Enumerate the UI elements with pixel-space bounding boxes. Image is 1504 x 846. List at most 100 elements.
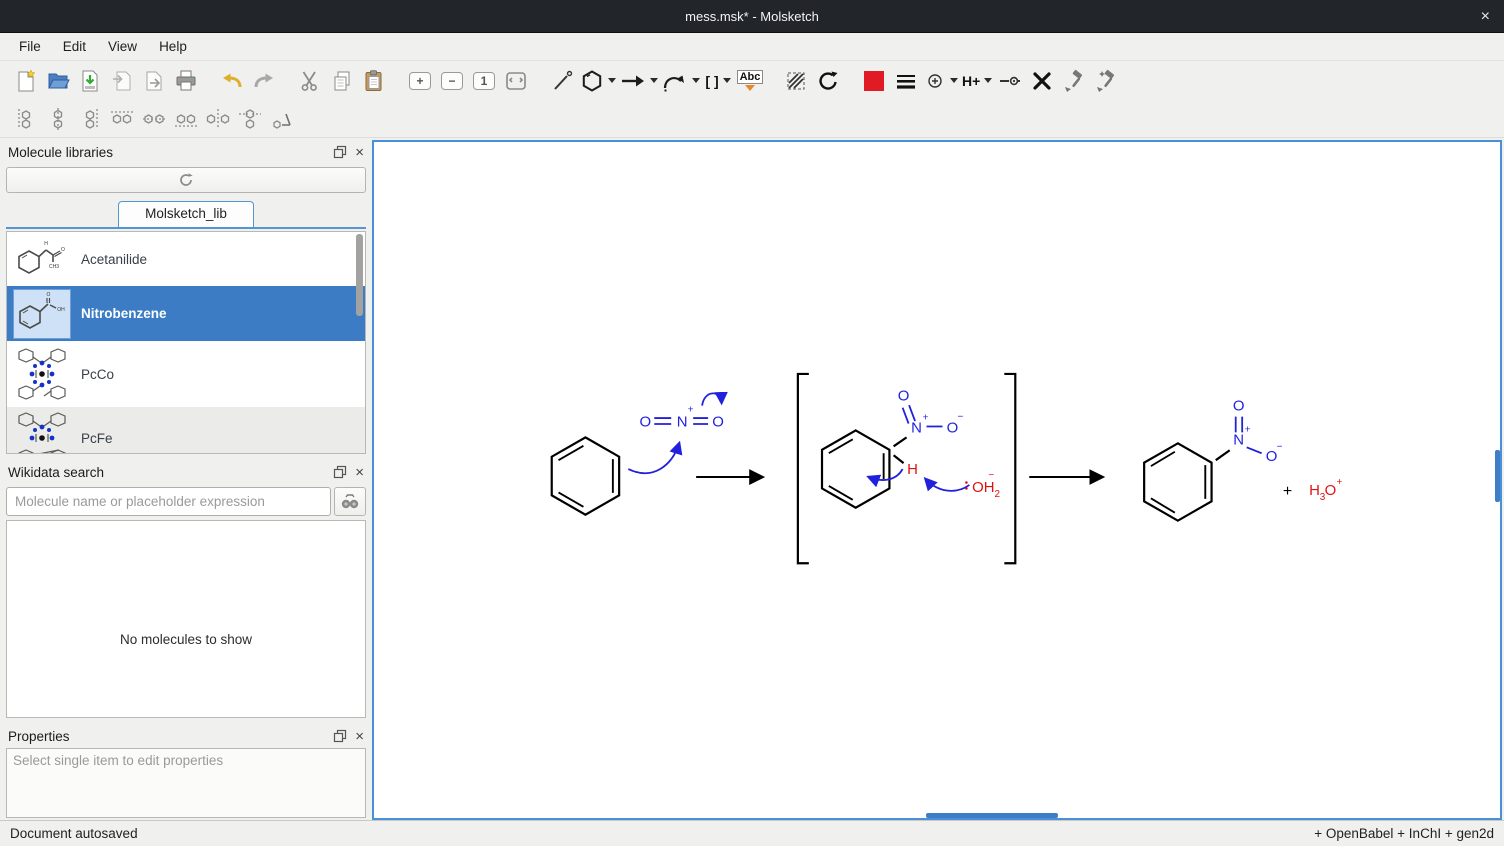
reaction-arrow-icon	[620, 69, 646, 93]
new-document-icon	[14, 69, 38, 93]
hydrogen-tool[interactable]: H+	[962, 66, 992, 96]
copy-button[interactable]	[328, 66, 356, 96]
float-panel-icon[interactable]	[333, 729, 347, 743]
delete-tool[interactable]	[1028, 66, 1056, 96]
refresh-libraries-button[interactable]	[6, 167, 366, 193]
molecule-libraries-panel: Molecule libraries × Molsketch_lib	[2, 140, 370, 458]
library-list: H O CH3 Acetanilide	[6, 231, 366, 454]
float-panel-icon[interactable]	[333, 145, 347, 159]
print-button[interactable]	[172, 66, 200, 96]
ring-tool[interactable]	[580, 66, 616, 96]
red-color-swatch	[864, 71, 884, 91]
canvas-vertical-scrollbar[interactable]	[1495, 450, 1500, 502]
hydroxide-base[interactable]: OH − 2	[965, 470, 1000, 500]
tab-molsketch-lib[interactable]: Molsketch_lib	[118, 201, 254, 227]
arrow-tool-dropdown[interactable]	[650, 78, 658, 83]
save-as-button[interactable]	[108, 66, 136, 96]
molecule-search-input[interactable]	[6, 487, 331, 516]
svg-text:CH3: CH3	[49, 264, 59, 270]
library-list-scrollbar[interactable]	[356, 234, 363, 316]
align-bottom-tool[interactable]	[172, 104, 200, 134]
cut-button[interactable]	[296, 66, 324, 96]
align-right-icon	[77, 106, 103, 132]
align-right-tool[interactable]	[76, 104, 104, 134]
svg-text:N: N	[1233, 432, 1244, 448]
mechanism-arrow-tool[interactable]	[662, 66, 700, 96]
close-panel-icon[interactable]: ×	[355, 729, 364, 744]
search-button[interactable]	[334, 487, 366, 516]
hydronium-ion[interactable]: H 3 O +	[1309, 477, 1342, 503]
open-file-button[interactable]	[44, 66, 72, 96]
mechanism-arrow-dropdown[interactable]	[692, 78, 700, 83]
export-button[interactable]	[140, 66, 168, 96]
reactant-benzene[interactable]	[552, 437, 619, 514]
nitronium-ion[interactable]: O N + O	[639, 405, 723, 431]
text-tool[interactable]: Abc	[736, 66, 764, 96]
main-area: Molecule libraries × Molsketch_lib	[0, 138, 1504, 820]
redo-button[interactable]	[250, 66, 278, 96]
menu-view[interactable]: View	[97, 33, 148, 60]
distribute-horizontal-tool[interactable]	[204, 104, 232, 134]
list-item-label: Nitrobenzene	[81, 306, 167, 321]
status-message: Document autosaved	[10, 826, 1314, 841]
list-item-pcfe[interactable]: PcFe	[7, 407, 365, 454]
product-nitrobenzene[interactable]: N + O O −	[1144, 399, 1283, 521]
zoom-fit-icon	[504, 69, 528, 93]
zoom-in-button[interactable]: +	[406, 66, 434, 96]
lone-pair-tool[interactable]	[996, 66, 1024, 96]
charge-plus-icon	[924, 69, 946, 93]
arrow-tool[interactable]	[620, 66, 658, 96]
list-item-acetanilide[interactable]: H O CH3 Acetanilide	[7, 232, 365, 286]
hydrogen-tool-dropdown[interactable]	[984, 78, 992, 83]
paste-button[interactable]	[360, 66, 388, 96]
svg-text:N: N	[911, 420, 922, 436]
list-item-pcco[interactable]: PcCo	[7, 341, 365, 407]
align-vcenter-tool[interactable]	[44, 104, 72, 134]
hatch-area-tool[interactable]	[782, 66, 810, 96]
color-swatch-button[interactable]	[860, 66, 888, 96]
properties-panel-title: Properties	[8, 729, 333, 744]
zoom-out-button[interactable]: −	[438, 66, 466, 96]
zoom-fit-button[interactable]	[502, 66, 530, 96]
zoom-reset-button[interactable]: 1	[470, 66, 498, 96]
distribute-horizontal-icon	[205, 106, 231, 132]
generate-coordinates-tool[interactable]	[1092, 66, 1120, 96]
properties-hint: Select single item to edit properties	[13, 753, 223, 768]
align-top-tool[interactable]	[108, 104, 136, 134]
ring-tool-dropdown[interactable]	[608, 78, 616, 83]
align-left-tool[interactable]	[12, 104, 40, 134]
list-item-nitrobenzene[interactable]: O OH Nitrobenzene	[7, 286, 365, 341]
line-width-button[interactable]	[892, 66, 920, 96]
rearomatization-arrow[interactable]	[869, 469, 903, 480]
new-document-button[interactable]	[12, 66, 40, 96]
distribute-vertical-tool[interactable]	[236, 104, 264, 134]
float-panel-icon[interactable]	[333, 465, 347, 479]
save-button[interactable]	[76, 66, 104, 96]
deprotonation-arrow[interactable]	[926, 479, 970, 491]
menu-help[interactable]: Help	[148, 33, 198, 60]
align-hcenter-tool[interactable]	[140, 104, 168, 134]
svg-text:−: −	[988, 470, 994, 481]
attack-arrow[interactable]	[628, 443, 679, 473]
menu-edit[interactable]: Edit	[52, 33, 97, 60]
set-angle-tool[interactable]	[268, 104, 296, 134]
bracket-right[interactable]	[1004, 374, 1015, 563]
charge-tool[interactable]	[924, 66, 958, 96]
close-panel-icon[interactable]: ×	[355, 465, 364, 480]
undo-button[interactable]	[218, 66, 246, 96]
line-width-icon	[894, 69, 918, 93]
menu-file[interactable]: File	[8, 33, 52, 60]
draw-bond-tool[interactable]	[548, 66, 576, 96]
charge-tool-dropdown[interactable]	[950, 78, 958, 83]
canvas-horizontal-scrollbar[interactable]	[926, 813, 1058, 818]
electron-loop-arrow[interactable]	[702, 393, 721, 405]
drawing-canvas[interactable]: O N + O	[372, 140, 1502, 820]
empty-results-message: No molecules to show	[120, 632, 252, 647]
window-close-button[interactable]: ×	[1481, 0, 1490, 33]
bracket-tool-dropdown[interactable]	[723, 78, 731, 83]
close-panel-icon[interactable]: ×	[355, 145, 364, 160]
bracket-left[interactable]	[798, 374, 809, 563]
bracket-tool[interactable]: [ ]	[704, 66, 732, 96]
optimize-structure-tool[interactable]	[1060, 66, 1088, 96]
rotate-tool[interactable]	[814, 66, 842, 96]
